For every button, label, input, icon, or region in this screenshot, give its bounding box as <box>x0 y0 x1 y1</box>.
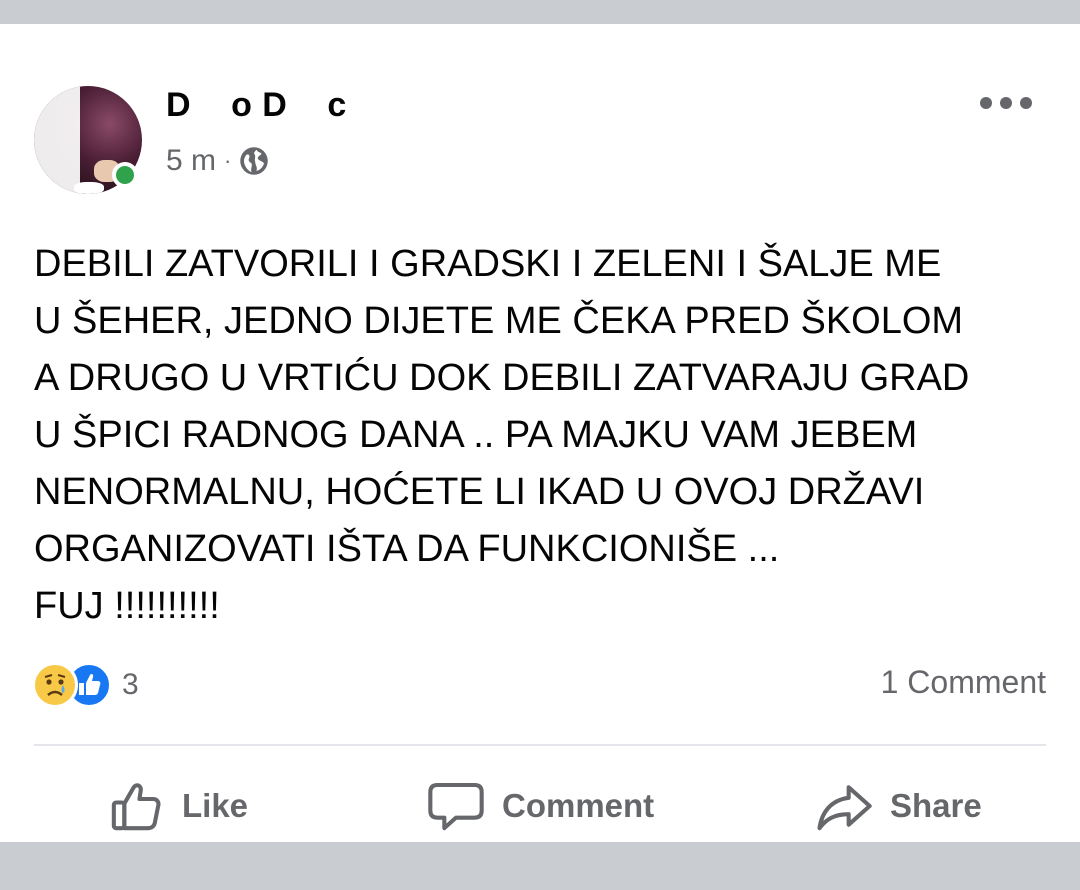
author-name-part-1: D <box>166 86 192 124</box>
share-label: Share <box>890 787 982 824</box>
divider <box>34 744 1046 746</box>
comment-button[interactable]: Comment <box>428 776 654 836</box>
online-status-dot <box>112 162 138 188</box>
author-redaction <box>287 94 328 121</box>
speech-bubble-icon <box>428 782 484 831</box>
post-card: Do D c 5 m · DEBILI ZATVORILI I GRADSKI I… <box>0 24 1080 842</box>
more-dot-icon <box>980 97 992 109</box>
reaction-count: 3 <box>122 668 139 701</box>
share-arrow-icon <box>817 785 872 831</box>
like-button[interactable]: Like <box>108 776 248 836</box>
more-dot-icon <box>1020 97 1032 109</box>
avatar-redaction-bottom <box>74 182 104 194</box>
thumbs-up-icon <box>111 783 161 831</box>
post-time[interactable]: 5 m <box>166 144 216 178</box>
author-name-part-3: c <box>327 86 347 124</box>
post-text: DEBILI ZATVORILI I GRADSKI I ZELENI I ŠA… <box>34 243 970 627</box>
author-name[interactable]: Do D c <box>166 86 347 125</box>
author-name-part-2: o D <box>231 86 288 124</box>
avatar-redaction <box>34 86 80 194</box>
more-options-button[interactable] <box>980 88 1032 118</box>
comment-count-link[interactable]: 1 Comment <box>881 664 1046 701</box>
sad-reaction-icon <box>32 662 78 708</box>
comment-label: Comment <box>502 787 655 824</box>
author-redaction <box>191 94 232 121</box>
share-button[interactable]: Share <box>816 776 982 836</box>
reactions-summary[interactable]: 3 <box>32 662 139 708</box>
globe-icon[interactable] <box>239 146 269 176</box>
more-dot-icon <box>1000 97 1012 109</box>
like-label: Like <box>182 787 249 824</box>
meta-separator: · <box>224 148 232 173</box>
post-meta: 5 m · <box>166 144 269 178</box>
